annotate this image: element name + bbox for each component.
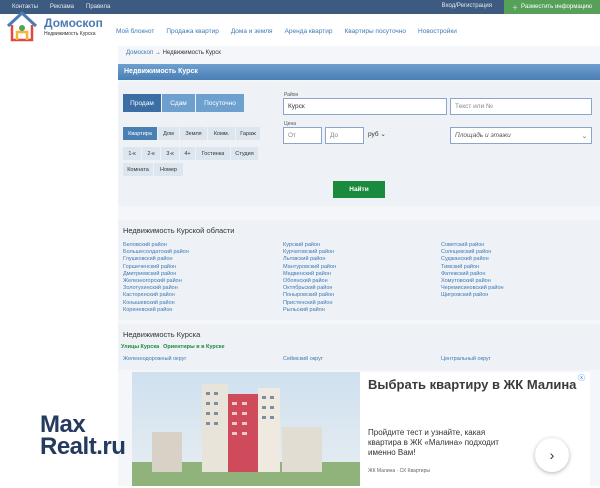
logo-name: Домоскоп (44, 15, 103, 30)
watermark: Max Realt.ru (40, 413, 126, 460)
find-button[interactable]: Найти (333, 181, 385, 198)
regions-box (118, 220, 600, 320)
nav-rent[interactable]: Аренда квартир (285, 28, 333, 35)
regions-column-1: Беловский район Большесолдатский район Г… (123, 242, 189, 314)
text-search-input[interactable]: Текст или № (450, 98, 592, 115)
chevron-right-icon[interactable]: › (535, 438, 569, 472)
landmarks-link[interactable]: Ориентиры в в Курске (163, 344, 224, 350)
ad-title[interactable]: Выбрать квартиру в ЖК Малина (368, 377, 576, 392)
region-link[interactable]: Щигровский район (441, 292, 504, 299)
rooms-number[interactable]: Номер (154, 163, 183, 176)
region-link[interactable]: Рыльский район (283, 307, 336, 314)
tab-rent[interactable]: Сдам (162, 94, 195, 112)
main-nav: Мой блокнот Продажа квартир Дома и земля… (116, 28, 457, 35)
region-link[interactable]: Тимский район (441, 264, 504, 271)
district-link[interactable]: Центральный округ (441, 356, 491, 362)
breadcrumb-current: Недвижимость Курск (162, 50, 221, 56)
nav-newbuild[interactable]: Новостройки (418, 28, 457, 35)
type-apartment[interactable]: Квартира (123, 127, 157, 140)
region-link[interactable]: Фатежский район (441, 271, 504, 278)
currency-select[interactable]: руб ⌄ (368, 130, 386, 138)
site-logo[interactable]: Домоскоп Недвижимость Курска (4, 8, 116, 44)
type-commercial[interactable]: Комм. (208, 127, 235, 140)
region-link[interactable]: Медвенский район (283, 271, 336, 278)
type-house[interactable]: Дом (158, 127, 179, 140)
ad-footer: ЖК Малина · СК Квартиры (368, 468, 430, 474)
nav-notebook[interactable]: Мой блокнот (116, 28, 154, 35)
city-title: Недвижимость Курска (123, 330, 201, 339)
district-link[interactable]: Железнодорожный округ (123, 356, 186, 362)
region-link[interactable]: Мантуровский район (283, 264, 336, 271)
ad-close-icon[interactable]: ⓧ (578, 373, 585, 383)
regions-column-2: Курский район Курчатовский район Льговск… (283, 242, 336, 314)
region-input[interactable]: Курск (283, 98, 447, 115)
type-land[interactable]: Земля (180, 127, 207, 140)
nav-daily[interactable]: Квартиры посуточно (344, 28, 406, 35)
district-link[interactable]: Сеймский округ (283, 356, 323, 362)
tab-sell[interactable]: Продам (123, 94, 161, 112)
building-illustration-icon (132, 384, 360, 486)
streets-link[interactable]: Улицы Курска (121, 344, 159, 350)
nav-sale[interactable]: Продажа квартир (166, 28, 218, 35)
rooms-studio[interactable]: Студия (231, 147, 258, 160)
region-link[interactable]: Дмитриевский район (123, 271, 189, 278)
tab-daily[interactable]: Посуточно (196, 94, 244, 112)
section-title: Недвижимость Курск (118, 64, 600, 80)
nav-houses[interactable]: Дома и земля (231, 28, 273, 35)
type-garage[interactable]: Гараж (236, 127, 260, 140)
chevron-down-icon: ⌄ (581, 132, 587, 140)
breadcrumb-home[interactable]: Домоскоп (126, 50, 153, 56)
region-link[interactable]: Пристенский район (283, 300, 336, 307)
rooms-room[interactable]: Комната (123, 163, 153, 176)
rooms-1[interactable]: 1-к (123, 147, 141, 160)
post-listing-button[interactable]: ＋ Разместить информацию (504, 0, 600, 14)
rooms-gostinka[interactable]: Гостинка (196, 147, 230, 160)
regions-title: Недвижимость Курской области (123, 226, 235, 235)
ad-text: Пройдите тест и узнайте, какая квартира … (368, 428, 499, 457)
breadcrumb: Домоскоп → Недвижимость Курск (126, 50, 221, 56)
rooms-2[interactable]: 2-к (142, 147, 160, 160)
area-floors-label: Площадь и этажи (455, 132, 511, 139)
ad-image (132, 372, 360, 486)
region-link[interactable]: Касторенский район (123, 292, 189, 299)
currency-label: руб (368, 131, 379, 138)
price-from-input[interactable]: От (283, 127, 322, 144)
region-link[interactable]: Суджанский район (441, 256, 504, 263)
area-floors-select[interactable]: Площадь и этажи ⌄ (450, 127, 592, 144)
region-link[interactable]: Льговский район (283, 256, 336, 263)
watermark-line2: Realt.ru (40, 433, 126, 460)
price-to-input[interactable]: До (325, 127, 364, 144)
regions-column-3: Советский район Солнцевский район Суджан… (441, 242, 504, 300)
chevron-down-icon: ⌄ (380, 131, 386, 138)
region-link[interactable]: Горшеченский район (123, 264, 189, 271)
city-links: Улицы Курска Ориентиры в в Курске (121, 344, 225, 350)
region-link[interactable]: Конышевский район (123, 300, 189, 307)
post-listing-label: Разместить информацию (521, 4, 592, 10)
breadcrumb-separator: → (154, 50, 161, 56)
region-link[interactable]: Глушковский район (123, 256, 189, 263)
house-logo-icon (6, 10, 38, 42)
login-link[interactable]: Вход/Регистрация (442, 3, 492, 9)
region-link[interactable]: Поныровский район (283, 292, 336, 299)
region-link[interactable]: Кореневский район (123, 307, 189, 314)
logo-subtitle: Недвижимость Курска (44, 30, 96, 37)
plus-icon: ＋ (512, 5, 519, 12)
rooms-4plus[interactable]: 4+ (180, 147, 195, 160)
rooms-3[interactable]: 3-к (161, 147, 179, 160)
